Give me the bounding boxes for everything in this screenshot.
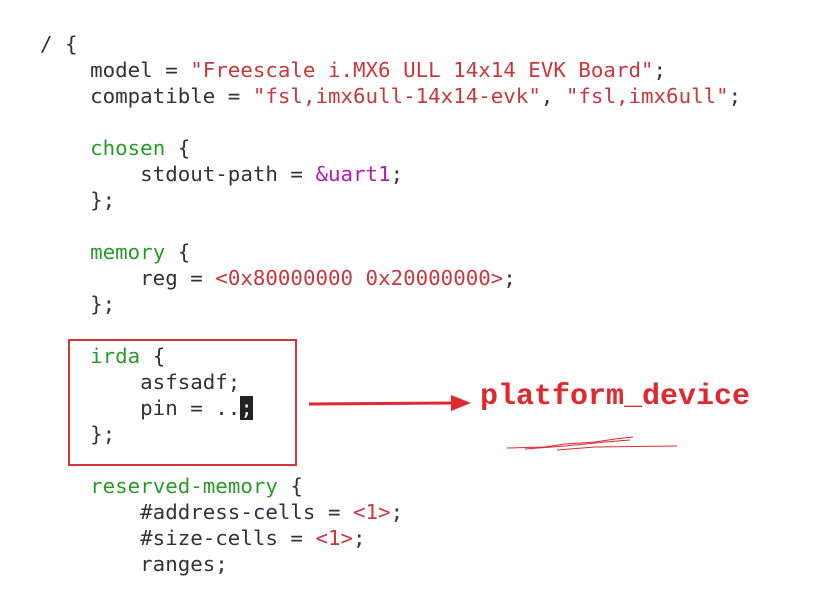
code-token: ;: [390, 162, 404, 186]
code-token: stdout-path =: [40, 162, 316, 186]
code-line[interactable]: };: [40, 291, 741, 317]
code-line[interactable]: / {: [40, 31, 741, 57]
code-token: <1>: [315, 526, 354, 550]
code-line[interactable]: [40, 109, 741, 135]
code-token: reg =: [40, 266, 216, 290]
code-token: ,: [540, 84, 566, 108]
code-line[interactable]: stdout-path = &uart1;: [40, 161, 741, 187]
code-line[interactable]: memory {: [40, 239, 741, 265]
code-editor[interactable]: / { model = "Freescale i.MX6 ULL 14x14 E…: [40, 31, 741, 577]
code-token: reserved-memory: [90, 474, 278, 498]
highlight-box: [68, 339, 297, 466]
code-line[interactable]: reg = <0x80000000 0x20000000>;: [40, 265, 741, 291]
code-token: chosen: [90, 136, 166, 160]
code-token: "fsl,imx6ull": [565, 84, 729, 108]
code-line[interactable]: ranges;: [40, 551, 741, 577]
code-token: compatible =: [40, 84, 253, 108]
code-token: };: [40, 292, 116, 316]
code-token: ;: [503, 266, 516, 290]
code-token: / {: [40, 32, 78, 56]
code-line[interactable]: };: [40, 187, 741, 213]
annotation-label: platform_device: [480, 380, 751, 414]
code-token: };: [40, 188, 116, 212]
code-token: "Freescale i.MX6 ULL 14x14 EVK Board": [190, 58, 654, 82]
code-line[interactable]: compatible = "fsl,imx6ull-14x14-evk", "f…: [40, 83, 741, 109]
code-token: {: [165, 136, 191, 160]
code-line[interactable]: chosen {: [40, 135, 741, 161]
code-token: {: [165, 240, 191, 264]
scribble-underline: [506, 436, 678, 451]
code-token: &uart1: [315, 162, 391, 186]
code-token: "fsl,imx6ull-14x14-evk": [252, 84, 541, 108]
code-token: ranges;: [40, 552, 228, 576]
code-token: ;: [353, 526, 366, 550]
code-token: #size-cells =: [40, 526, 316, 550]
arrow-icon: [308, 395, 471, 411]
code-token: memory: [90, 240, 166, 264]
code-line[interactable]: [40, 213, 741, 239]
code-token: <1>: [353, 500, 391, 524]
code-token: {: [277, 474, 303, 498]
code-token: ;: [653, 58, 667, 82]
code-line[interactable]: #address-cells = <1>;: [40, 499, 741, 525]
code-token: model =: [40, 58, 191, 82]
code-line[interactable]: reserved-memory {: [40, 473, 741, 499]
code-line[interactable]: #size-cells = <1>;: [40, 525, 741, 551]
code-line[interactable]: model = "Freescale i.MX6 ULL 14x14 EVK B…: [40, 57, 741, 83]
code-token: #address-cells =: [40, 500, 354, 524]
code-token: ;: [728, 84, 742, 108]
code-token: <0x80000000 0x20000000>: [215, 266, 504, 290]
code-token: ;: [390, 500, 404, 524]
